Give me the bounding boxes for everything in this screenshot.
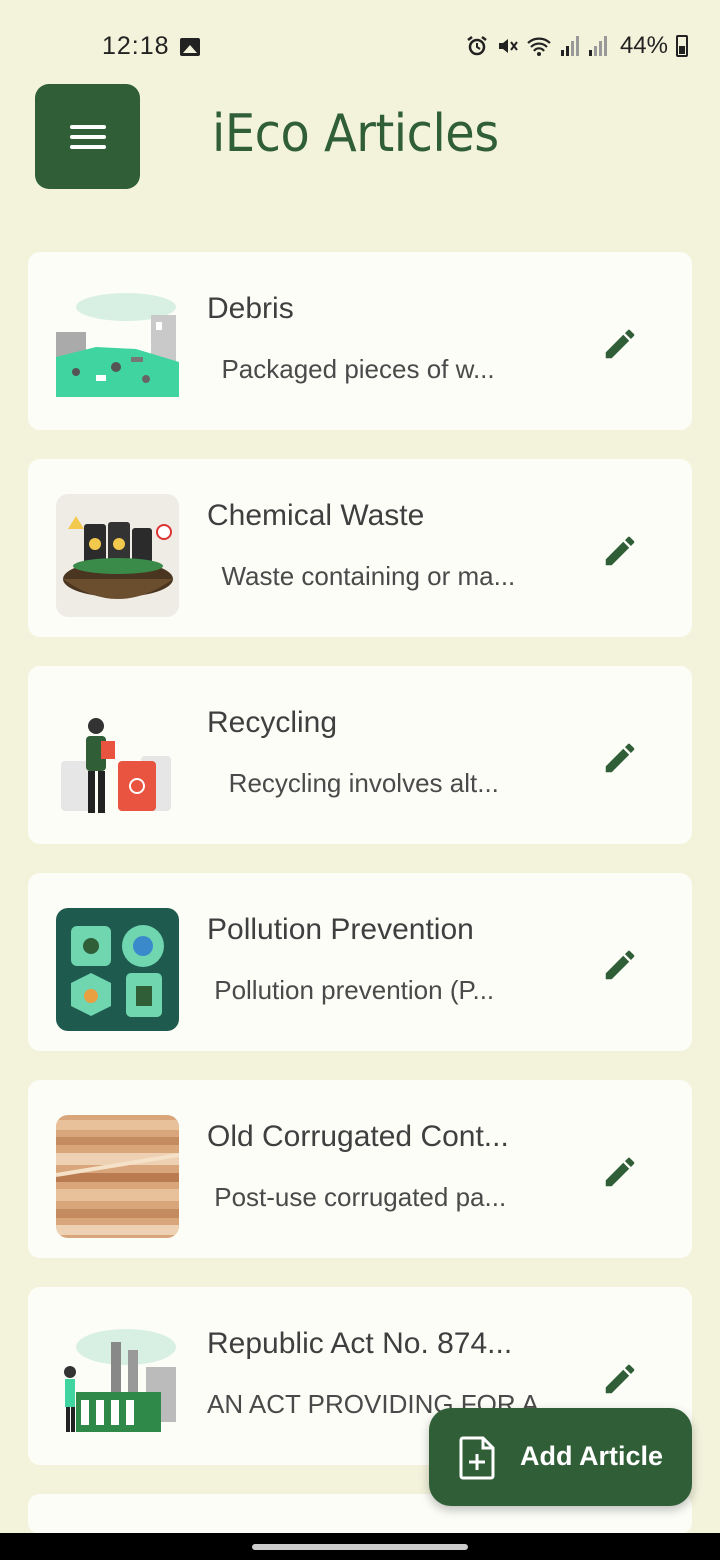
image-notification-icon — [180, 38, 200, 56]
article-title: Debris — [207, 292, 294, 325]
article-card-old-corrugated[interactable]: Old Corrugated Cont... Post-use corrugat… — [28, 1080, 692, 1258]
status-time: 12:18 — [102, 32, 170, 60]
article-card-recycling[interactable]: Recycling Recycling involves alt... — [28, 666, 692, 844]
edit-button[interactable] — [598, 529, 642, 573]
battery-percent: 44% — [619, 32, 668, 59]
add-article-label: Add Article — [520, 1441, 664, 1471]
article-title: Republic Act No. 874... — [207, 1327, 513, 1360]
alarm-icon — [467, 36, 487, 56]
article-snippet: Packaged pieces of w... — [207, 354, 495, 384]
debris-illustration — [56, 287, 179, 410]
edit-button[interactable] — [598, 736, 642, 780]
article-card-debris[interactable]: Debris Packaged pieces of w... — [28, 252, 692, 430]
edit-button[interactable] — [598, 322, 642, 366]
wifi-icon — [527, 37, 551, 56]
pencil-icon — [605, 536, 635, 566]
system-nav-bar — [0, 1533, 720, 1560]
battery-icon — [676, 35, 688, 57]
article-snippet: Waste containing or ma... — [207, 561, 516, 591]
signal-icon — [560, 36, 579, 56]
pencil-icon — [605, 329, 635, 359]
edit-button[interactable] — [598, 943, 642, 987]
article-card-pollution-prevention[interactable]: Pollution Prevention Pollution preventio… — [28, 873, 692, 1051]
pollution-prevention-illustration — [56, 908, 179, 1031]
article-title: Chemical Waste — [207, 499, 425, 532]
pencil-icon — [605, 950, 635, 980]
article-card-chemical-waste[interactable]: Chemical Waste Waste containing or ma... — [28, 459, 692, 637]
hamburger-menu-icon — [69, 124, 106, 149]
article-snippet: Post-use corrugated pa... — [207, 1182, 507, 1212]
factory-illustration — [56, 1322, 179, 1445]
edit-button[interactable] — [598, 1150, 642, 1194]
menu-button[interactable] — [35, 84, 140, 189]
pencil-icon — [605, 1157, 635, 1187]
signal-icon-2 — [588, 36, 607, 56]
article-title: Recycling — [207, 706, 338, 739]
article-title: Pollution Prevention — [207, 913, 474, 946]
add-article-button[interactable]: Add Article — [429, 1408, 692, 1506]
pencil-icon — [605, 1364, 635, 1394]
pencil-icon — [605, 743, 635, 773]
status-icons: 44% — [466, 32, 688, 60]
article-title: Old Corrugated Cont... — [207, 1120, 509, 1153]
status-bar: 12:18 44% — [0, 0, 720, 92]
recycling-illustration — [56, 701, 179, 824]
edit-button[interactable] — [598, 1357, 642, 1401]
chemical-waste-illustration — [56, 494, 179, 617]
mute-icon — [498, 39, 518, 53]
article-snippet: Pollution prevention (P... — [207, 975, 495, 1005]
home-gesture-handle[interactable] — [252, 1544, 468, 1550]
cardboard-photo — [56, 1115, 179, 1238]
add-document-icon — [459, 1436, 495, 1480]
article-snippet: Recycling involves alt... — [207, 768, 499, 798]
page-title: iEco Articles — [212, 104, 499, 164]
